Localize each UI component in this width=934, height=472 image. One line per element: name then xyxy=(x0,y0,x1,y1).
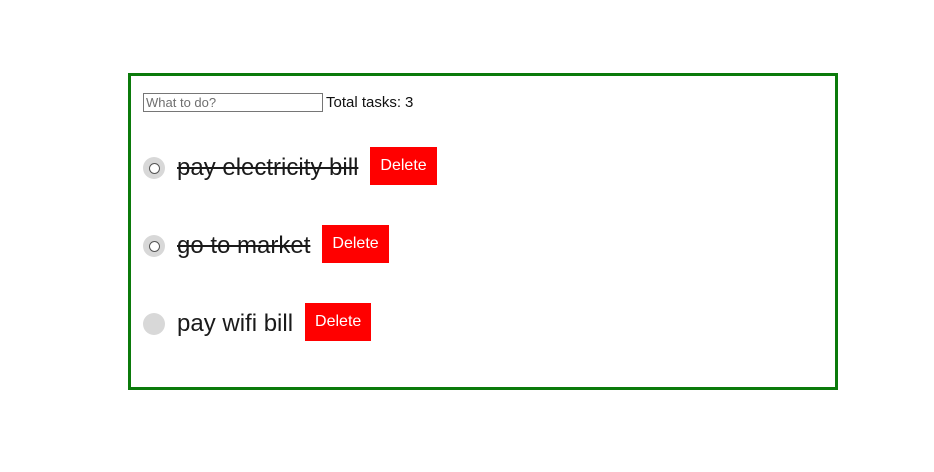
radio-icon xyxy=(148,162,160,174)
delete-button[interactable]: Delete xyxy=(370,147,437,185)
todo-container: Total tasks: 3 pay electricity bill Dele… xyxy=(128,73,838,390)
total-tasks-label: Total tasks: xyxy=(326,93,402,111)
task-text: go to market xyxy=(177,232,311,259)
task-item: pay electricity bill Delete xyxy=(143,147,437,188)
total-tasks: Total tasks: 3 xyxy=(326,94,413,111)
task-text: pay wifi bill xyxy=(177,310,294,337)
radio-icon xyxy=(148,240,160,252)
task-toggle[interactable] xyxy=(143,235,165,257)
task-text: pay electricity bill xyxy=(177,154,359,181)
task-input[interactable] xyxy=(143,92,323,112)
task-toggle[interactable] xyxy=(143,157,165,179)
task-toggle[interactable] xyxy=(143,313,165,335)
task-item: go to market Delete xyxy=(143,225,389,266)
delete-button[interactable]: Delete xyxy=(322,225,389,263)
total-tasks-count: 3 xyxy=(405,93,414,111)
delete-button[interactable]: Delete xyxy=(305,303,372,341)
header-row: Total tasks: 3 xyxy=(143,91,413,113)
task-item: pay wifi bill Delete xyxy=(143,303,372,344)
